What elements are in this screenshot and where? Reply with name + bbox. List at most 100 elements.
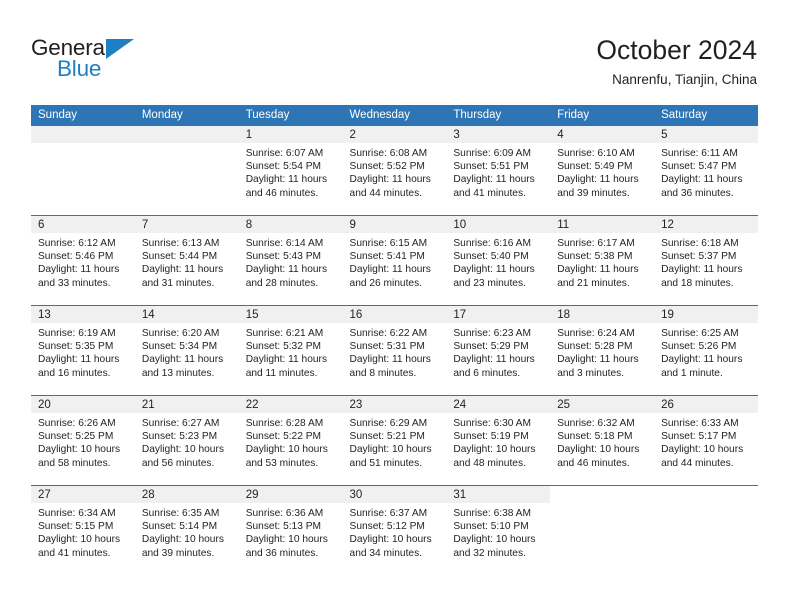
day-details: Sunrise: 6:14 AM Sunset: 5:43 PM Daylight:… — [239, 233, 343, 290]
daylight-text: Daylight: 10 hours and 36 minutes. — [245, 534, 328, 559]
day-number: 20 — [31, 396, 135, 413]
day-cell[interactable]: 24 Sunrise: 6:30 AM Sunset: 5:19 PM Dayligh… — [446, 396, 551, 485]
sunset-text: Sunset: 5:35 PM — [38, 341, 114, 353]
page-title: October 2024 — [596, 35, 757, 65]
daylight-text: Daylight: 10 hours and 58 minutes. — [38, 444, 121, 469]
day-details: Sunrise: 6:08 AM Sunset: 5:52 PM Daylight:… — [343, 143, 447, 200]
day-cell[interactable]: 15 Sunrise: 6:21 AM Sunset: 5:32 PM Dayligh… — [238, 306, 343, 395]
day-cell[interactable]: 3 Sunrise: 6:09 AM Sunset: 5:51 PM Daylight… — [446, 126, 551, 215]
day-details: Sunrise: 6:35 AM Sunset: 5:14 PM Daylight:… — [135, 503, 239, 560]
day-details: Sunrise: 6:32 AM Sunset: 5:18 PM Daylight:… — [550, 413, 654, 470]
day-details: Sunrise: 6:10 AM Sunset: 5:49 PM Daylight:… — [550, 143, 654, 200]
daylight-text: Daylight: 10 hours and 34 minutes. — [349, 534, 432, 559]
sunset-text: Sunset: 5:46 PM — [38, 251, 114, 263]
day-number: 5 — [654, 126, 758, 143]
day-cell[interactable]: 30 Sunrise: 6:37 AM Sunset: 5:12 PM Dayligh… — [342, 486, 447, 575]
day-number: 30 — [342, 486, 447, 503]
sunset-text: Sunset: 5:47 PM — [661, 161, 737, 173]
day-cell[interactable]: 7 Sunrise: 6:13 AM Sunset: 5:44 PM Daylight… — [134, 216, 239, 305]
day-details: Sunrise: 6:36 AM Sunset: 5:13 PM Daylight:… — [239, 503, 343, 560]
sunset-text: Sunset: 5:49 PM — [557, 161, 633, 173]
daylight-text: Daylight: 10 hours and 53 minutes. — [245, 444, 328, 469]
day-cell[interactable]: 5 Sunrise: 6:11 AM Sunset: 5:47 PM Daylight… — [654, 126, 758, 215]
calendar-cell — [134, 126, 239, 216]
calendar-cell: 26 Sunrise: 6:33 AM Sunset: 5:17 PM Dayligh… — [654, 395, 758, 486]
daylight-text: Daylight: 11 hours and 3 minutes. — [557, 354, 639, 379]
daylight-text: Daylight: 11 hours and 39 minutes. — [557, 174, 639, 199]
calendar-cell: 21 Sunrise: 6:27 AM Sunset: 5:23 PM Dayligh… — [134, 395, 239, 486]
day-cell[interactable]: 26 Sunrise: 6:33 AM Sunset: 5:17 PM Dayligh… — [654, 396, 758, 485]
day-cell[interactable]: 6 Sunrise: 6:12 AM Sunset: 5:46 PM Daylight… — [31, 216, 135, 305]
day-cell[interactable]: 14 Sunrise: 6:20 AM Sunset: 5:34 PM Dayligh… — [134, 306, 239, 395]
day-number: 27 — [31, 486, 135, 503]
day-cell[interactable]: 8 Sunrise: 6:14 AM Sunset: 5:43 PM Daylight… — [238, 216, 343, 305]
day-cell[interactable]: 17 Sunrise: 6:23 AM Sunset: 5:29 PM Dayligh… — [446, 306, 551, 395]
sunset-text: Sunset: 5:38 PM — [557, 251, 633, 263]
sunrise-text: Sunrise: 6:38 AM — [453, 508, 531, 519]
day-cell[interactable]: 10 Sunrise: 6:16 AM Sunset: 5:40 PM Dayligh… — [446, 216, 551, 305]
day-cell[interactable]: 19 Sunrise: 6:25 AM Sunset: 5:26 PM Dayligh… — [654, 306, 758, 395]
day-cell[interactable]: 12 Sunrise: 6:18 AM Sunset: 5:37 PM Dayligh… — [654, 216, 758, 305]
day-details: Sunrise: 6:26 AM Sunset: 5:25 PM Daylight:… — [31, 413, 135, 470]
day-details: Sunrise: 6:24 AM Sunset: 5:28 PM Daylight:… — [550, 323, 654, 380]
day-details: Sunrise: 6:22 AM Sunset: 5:31 PM Daylight:… — [343, 323, 447, 380]
day-cell[interactable]: 16 Sunrise: 6:22 AM Sunset: 5:31 PM Dayligh… — [342, 306, 447, 395]
calendar-cell: 18 Sunrise: 6:24 AM Sunset: 5:28 PM Dayligh… — [550, 305, 655, 396]
day-cell[interactable]: 1 Sunrise: 6:07 AM Sunset: 5:54 PM Daylight… — [238, 126, 343, 215]
day-number: 11 — [550, 216, 655, 233]
daylight-text: Daylight: 11 hours and 21 minutes. — [557, 264, 639, 289]
weekday-header-tuesday: Tuesday — [238, 105, 343, 126]
day-details: Sunrise: 6:19 AM Sunset: 5:35 PM Daylight:… — [31, 323, 135, 380]
sunrise-text: Sunrise: 6:35 AM — [141, 508, 220, 519]
daylight-text: Daylight: 10 hours and 39 minutes. — [141, 534, 224, 559]
triangle-icon — [106, 39, 134, 59]
day-cell[interactable]: 23 Sunrise: 6:29 AM Sunset: 5:21 PM Dayligh… — [342, 396, 447, 485]
general-blue-logo: General Blue — [31, 36, 161, 82]
calendar-header-row: Sunday Monday Tuesday Wednesday Thursday Frid… — [31, 105, 758, 126]
daylight-text: Daylight: 10 hours and 51 minutes. — [349, 444, 432, 469]
page-subtitle: Nanrenfu, Tianjin, China — [612, 72, 757, 87]
daylight-text: Daylight: 11 hours and 13 minutes. — [141, 354, 224, 379]
day-cell[interactable]: 25 Sunrise: 6:32 AM Sunset: 5:18 PM Dayligh… — [550, 396, 655, 485]
day-number: 16 — [342, 306, 447, 323]
sunrise-text: Sunrise: 6:32 AM — [557, 418, 635, 429]
day-cell[interactable]: 31 Sunrise: 6:38 AM Sunset: 5:10 PM Dayligh… — [446, 486, 551, 575]
day-details: Sunrise: 6:13 AM Sunset: 5:44 PM Daylight:… — [135, 233, 239, 290]
day-number: 23 — [342, 396, 447, 413]
sunrise-text: Sunrise: 6:17 AM — [557, 238, 635, 249]
calendar-cell: 10 Sunrise: 6:16 AM Sunset: 5:40 PM Dayligh… — [446, 215, 551, 306]
day-cell[interactable]: 9 Sunrise: 6:15 AM Sunset: 5:41 PM Daylight… — [342, 216, 447, 305]
day-number: 9 — [342, 216, 447, 233]
day-details: Sunrise: 6:17 AM Sunset: 5:38 PM Daylight:… — [550, 233, 654, 290]
calendar-cell: 20 Sunrise: 6:26 AM Sunset: 5:25 PM Dayligh… — [31, 395, 135, 486]
day-number: 10 — [446, 216, 551, 233]
day-cell[interactable]: 18 Sunrise: 6:24 AM Sunset: 5:28 PM Dayligh… — [550, 306, 655, 395]
sunset-text: Sunset: 5:32 PM — [245, 341, 322, 353]
day-cell[interactable]: 21 Sunrise: 6:27 AM Sunset: 5:23 PM Dayligh… — [134, 396, 239, 485]
day-number: 12 — [654, 216, 758, 233]
sunset-text: Sunset: 5:37 PM — [661, 251, 737, 263]
calendar-cell: 3 Sunrise: 6:09 AM Sunset: 5:51 PM Daylight… — [446, 126, 551, 216]
day-cell[interactable]: 2 Sunrise: 6:08 AM Sunset: 5:52 PM Daylight… — [342, 126, 447, 215]
day-cell[interactable]: 13 Sunrise: 6:19 AM Sunset: 5:35 PM Dayligh… — [31, 306, 135, 395]
day-cell[interactable]: 20 Sunrise: 6:26 AM Sunset: 5:25 PM Dayligh… — [31, 396, 135, 485]
day-cell[interactable]: 28 Sunrise: 6:35 AM Sunset: 5:14 PM Dayligh… — [134, 486, 239, 575]
day-cell[interactable]: 27 Sunrise: 6:34 AM Sunset: 5:15 PM Dayligh… — [31, 486, 135, 575]
sunrise-text: Sunrise: 6:18 AM — [661, 238, 739, 249]
sunset-text: Sunset: 5:23 PM — [141, 431, 218, 443]
daylight-text: Daylight: 11 hours and 46 minutes. — [245, 174, 328, 199]
day-cell[interactable]: 11 Sunrise: 6:17 AM Sunset: 5:38 PM Dayligh… — [550, 216, 655, 305]
calendar-cell: 29 Sunrise: 6:36 AM Sunset: 5:13 PM Dayligh… — [238, 485, 343, 575]
day-cell[interactable]: 4 Sunrise: 6:10 AM Sunset: 5:49 PM Daylight… — [550, 126, 655, 215]
daylight-text: Daylight: 11 hours and 18 minutes. — [661, 264, 743, 289]
day-number: 24 — [446, 396, 551, 413]
day-cell[interactable]: 29 Sunrise: 6:36 AM Sunset: 5:13 PM Dayligh… — [238, 486, 343, 575]
daylight-text: Daylight: 11 hours and 16 minutes. — [38, 354, 120, 379]
sunrise-text: Sunrise: 6:25 AM — [661, 328, 739, 339]
sunset-text: Sunset: 5:22 PM — [245, 431, 322, 443]
sunset-text: Sunset: 5:15 PM — [38, 521, 114, 533]
calendar-cell: 6 Sunrise: 6:12 AM Sunset: 5:46 PM Daylight… — [31, 215, 135, 306]
weekday-header-sunday: Sunday — [31, 105, 135, 126]
day-cell[interactable]: 22 Sunrise: 6:28 AM Sunset: 5:22 PM Dayligh… — [238, 396, 343, 485]
sunrise-text: Sunrise: 6:08 AM — [349, 148, 428, 159]
